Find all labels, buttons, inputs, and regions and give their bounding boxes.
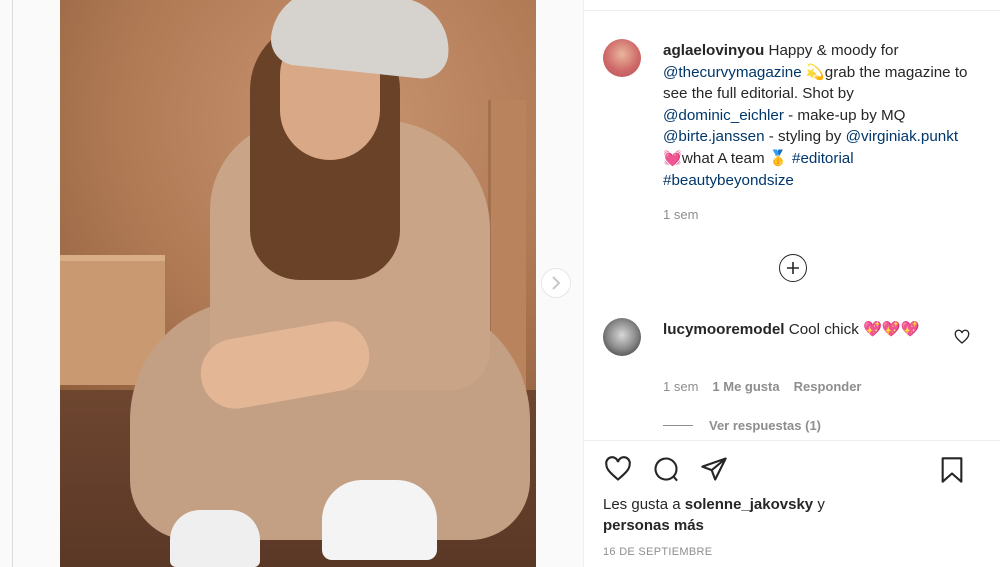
- likes-others[interactable]: personas más: [603, 517, 704, 534]
- caption-text: 💓what A team 🥇: [663, 149, 792, 167]
- divider: [663, 425, 693, 426]
- comment: lucymooremodel Cool chick 💖💖💖: [663, 319, 943, 341]
- comment-username[interactable]: lucymooremodel: [663, 321, 785, 338]
- instagram-post-page: aglaelovinyou Happy & moody for @thecurv…: [0, 0, 1000, 567]
- comment-text: Cool chick 💖💖💖: [784, 321, 920, 338]
- plus-circle-icon: [787, 262, 799, 274]
- likes-summary: Les gusta a solenne_jakovsky y personas …: [603, 494, 963, 536]
- likes-joiner: y: [813, 496, 825, 513]
- caption-text: - make-up by MQ: [783, 106, 906, 124]
- heart-icon[interactable]: [954, 329, 970, 345]
- comment-meta: 1 sem 1 Me gusta Responder: [663, 379, 862, 394]
- share-icon[interactable]: [699, 455, 729, 483]
- divider: [583, 440, 1000, 441]
- divider: [12, 0, 13, 567]
- comment-likes[interactable]: 1 Me gusta: [712, 379, 779, 394]
- bookmark-icon[interactable]: [938, 455, 966, 485]
- view-replies[interactable]: Ver respuestas (1): [663, 418, 821, 433]
- comment-icon[interactable]: [651, 455, 681, 483]
- post-date[interactable]: 16 DE SEPTIEMBRE: [603, 546, 712, 558]
- likes-prefix: Les gusta a: [603, 496, 685, 513]
- caption-link[interactable]: @virginiak.punkt: [846, 128, 959, 145]
- caption-link[interactable]: @dominic_eichler: [663, 107, 784, 124]
- caption-link[interactable]: @birte.janssen: [663, 128, 765, 145]
- author-avatar[interactable]: [603, 39, 641, 77]
- view-replies-label[interactable]: Ver respuestas (1): [709, 418, 821, 433]
- post-caption: aglaelovinyou Happy & moody for @thecurv…: [663, 40, 973, 191]
- caption-link[interactable]: #beautybeyondsize: [663, 172, 794, 189]
- photo-shoe-right: [322, 480, 437, 560]
- caption-time[interactable]: 1 sem: [663, 207, 698, 222]
- post-photo[interactable]: [60, 0, 536, 567]
- commenter-avatar[interactable]: [603, 318, 641, 356]
- caption-username[interactable]: aglaelovinyou: [663, 42, 764, 59]
- reply-button[interactable]: Responder: [794, 379, 862, 394]
- divider: [583, 10, 1000, 11]
- photo-shoe-left: [170, 510, 260, 567]
- comment-time[interactable]: 1 sem: [663, 379, 698, 394]
- heart-icon[interactable]: [603, 455, 633, 483]
- caption-text: Happy & moody for: [764, 42, 899, 59]
- liked-by-user[interactable]: solenne_jakovsky: [685, 496, 813, 513]
- chevron-right-icon: [552, 276, 561, 290]
- carousel-next-button[interactable]: [541, 268, 571, 298]
- load-more-comments-button[interactable]: [779, 254, 807, 282]
- caption-text: - styling by: [764, 128, 846, 146]
- post-actions: [603, 455, 968, 485]
- caption-link[interactable]: #editorial: [792, 150, 854, 167]
- caption-link[interactable]: @thecurvymagazine: [663, 64, 802, 81]
